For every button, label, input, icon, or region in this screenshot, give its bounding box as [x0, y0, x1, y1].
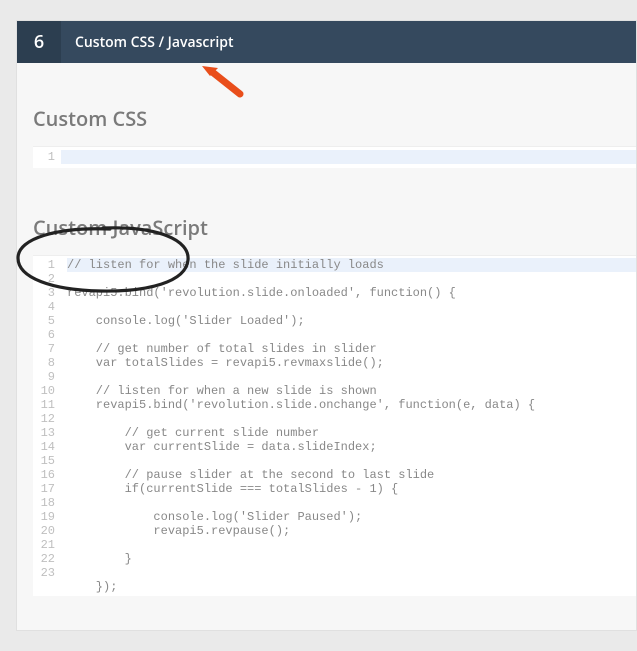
css-code[interactable]	[61, 150, 636, 164]
panel-content: Custom CSS 1 Custom JavaScript 1 2 3 4 5…	[17, 63, 636, 596]
js-gutter: 1 2 3 4 5 6 7 8 9 10 11 12 13 14 15 16 1…	[33, 256, 61, 596]
css-gutter: 1	[33, 150, 61, 166]
custom-css-editor[interactable]: 1	[33, 146, 636, 168]
panel-header[interactable]: 6 Custom CSS / Javascript	[17, 21, 636, 63]
custom-js-editor[interactable]: 1 2 3 4 5 6 7 8 9 10 11 12 13 14 15 16 1…	[33, 255, 636, 596]
step-number-badge: 6	[17, 21, 61, 63]
panel-title: Custom CSS / Javascript	[61, 21, 636, 63]
custom-js-heading: Custom JavaScript	[33, 214, 636, 241]
custom-css-heading: Custom CSS	[33, 105, 636, 132]
js-code[interactable]: // listen for when the slide initially l…	[61, 256, 636, 596]
settings-panel: 6 Custom CSS / Javascript Custom CSS 1 C…	[16, 20, 637, 631]
